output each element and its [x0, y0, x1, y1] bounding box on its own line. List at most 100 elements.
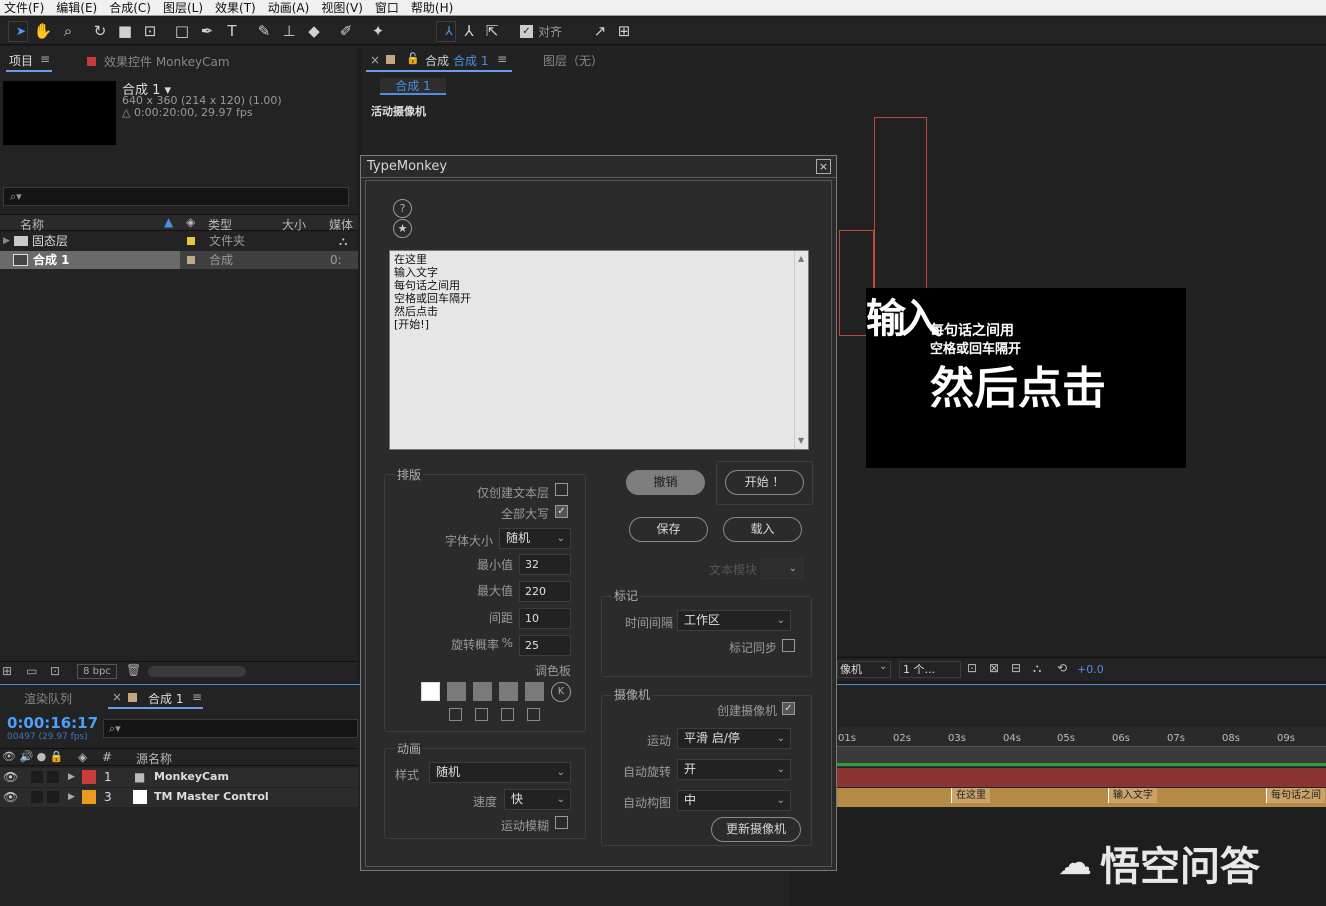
- comp-subtab[interactable]: 合成 1: [380, 78, 446, 95]
- all-caps-checkbox[interactable]: ✓: [555, 505, 568, 518]
- timeline-marker[interactable]: 在这里: [951, 788, 990, 803]
- flowchart-icon[interactable]: ⛬: [1033, 661, 1041, 676]
- palette-swatch[interactable]: [525, 682, 544, 701]
- motion-dropdown[interactable]: 平滑 启/停 ⌄: [677, 728, 791, 749]
- snap-icon[interactable]: ↗: [590, 21, 610, 41]
- scroll-up-icon[interactable]: ▲: [798, 252, 804, 265]
- label-color-swatch[interactable]: [187, 237, 195, 245]
- timeline-icon[interactable]: ⊟: [1011, 661, 1021, 675]
- view-axis-icon[interactable]: ⇱: [482, 21, 502, 41]
- brush-tool-icon[interactable]: ✎: [254, 21, 274, 41]
- interval-dropdown[interactable]: 工作区 ⌄: [677, 610, 791, 631]
- clone-stamp-tool-icon[interactable]: ⊥: [279, 21, 299, 41]
- tab-layer[interactable]: 图层（无）: [543, 52, 603, 69]
- rotate-tool-icon[interactable]: ↻: [90, 21, 110, 41]
- speed-dropdown[interactable]: 快 ⌄: [504, 789, 571, 810]
- palette-checkbox[interactable]: [527, 708, 540, 721]
- panel-menu-icon[interactable]: ≡: [40, 52, 50, 66]
- save-button[interactable]: 保存: [629, 517, 708, 542]
- timeline-search-input[interactable]: ⌕▾: [103, 719, 358, 738]
- label-color-swatch[interactable]: [82, 790, 96, 804]
- lock-icon[interactable]: 🔓: [406, 52, 420, 65]
- project-search-input[interactable]: ⌕▾: [3, 187, 349, 206]
- horizontal-scrollbar[interactable]: [148, 666, 246, 677]
- rotation-input[interactable]: 25: [519, 635, 571, 656]
- text-input-area[interactable]: 在这里 输入文字 每句话之间用 空格或回车隔开 然后点击 [开始!] ▲ ▼: [389, 250, 809, 450]
- menu-view[interactable]: 视图(V): [317, 0, 371, 15]
- eraser-tool-icon[interactable]: ◆: [304, 21, 324, 41]
- comp-preview[interactable]: 输入 每句话之间用 空格或回车隔开 然后点击: [866, 288, 1186, 468]
- tab-effect-controls[interactable]: 效果控件 MonkeyCam: [87, 53, 230, 70]
- text-block-dropdown[interactable]: ⌄: [761, 558, 803, 579]
- palette-swatch[interactable]: [473, 682, 492, 701]
- type-tool-icon[interactable]: T: [222, 21, 242, 41]
- kuler-icon[interactable]: K: [551, 682, 571, 702]
- project-item-folder[interactable]: ▶ 固态层 文件夹 ⛬: [0, 232, 358, 250]
- palette-checkbox[interactable]: [501, 708, 514, 721]
- menu-help[interactable]: 帮助(H): [407, 0, 461, 15]
- palette-swatch[interactable]: [447, 682, 466, 701]
- scroll-down-icon[interactable]: ▼: [798, 434, 804, 447]
- pen-tool-icon[interactable]: ✒: [197, 21, 217, 41]
- views-dropdown[interactable]: 1 个...: [899, 661, 961, 678]
- panel-menu-icon[interactable]: ≡: [192, 690, 202, 704]
- column-type[interactable]: 类型: [208, 216, 232, 233]
- hand-tool-icon[interactable]: ✋: [33, 21, 53, 41]
- font-size-dropdown[interactable]: 随机 ⌄: [499, 528, 571, 549]
- tab-project[interactable]: 项目: [9, 52, 33, 69]
- visibility-eye-icon[interactable]: 👁: [3, 768, 18, 786]
- exposure-value[interactable]: +0.0: [1077, 663, 1104, 676]
- start-button[interactable]: 开始 ！: [725, 470, 804, 495]
- comp-tab-label[interactable]: 合成: [425, 52, 449, 69]
- column-size[interactable]: 大小: [282, 216, 306, 233]
- column-source-name[interactable]: 源名称: [136, 750, 172, 767]
- layer-name[interactable]: MonkeyCam: [154, 768, 229, 786]
- label-color-swatch[interactable]: [82, 770, 96, 784]
- marker-sync-checkbox[interactable]: [782, 639, 795, 652]
- style-dropdown[interactable]: 随机 ⌄: [429, 762, 571, 783]
- spacing-input[interactable]: 10: [519, 608, 571, 629]
- zoom-tool-icon[interactable]: ⌕: [58, 21, 78, 41]
- selection-tool-icon[interactable]: ➤: [8, 21, 28, 42]
- interpret-footage-icon[interactable]: ⊞: [2, 664, 12, 678]
- load-button[interactable]: 载入: [723, 517, 802, 542]
- undo-button[interactable]: 撤销: [626, 470, 705, 495]
- align-checkbox[interactable]: ✓: [520, 25, 533, 38]
- panel-menu-icon[interactable]: ≡: [497, 52, 507, 66]
- project-item-comp[interactable]: 合成 1 合成 0:: [0, 251, 358, 269]
- expand-arrow-icon[interactable]: ▶: [68, 788, 75, 806]
- layer-bar-control[interactable]: [837, 788, 1326, 807]
- menu-window[interactable]: 窗口: [371, 0, 407, 15]
- solo-switch[interactable]: [31, 791, 43, 803]
- column-media[interactable]: 媒体: [329, 216, 353, 233]
- layer-bar-camera[interactable]: [837, 768, 1326, 787]
- bit-depth-button[interactable]: 8 bpc: [77, 664, 117, 679]
- menu-composition[interactable]: 合成(C): [105, 0, 159, 15]
- layer-name[interactable]: TM Master Control: [154, 788, 269, 806]
- autorotate-dropdown[interactable]: 开 ⌄: [677, 759, 791, 780]
- autoframe-dropdown[interactable]: 中 ⌄: [677, 790, 791, 811]
- column-name[interactable]: 名称: [20, 216, 44, 233]
- help-icon[interactable]: ?: [393, 199, 412, 218]
- rectangle-tool-icon[interactable]: □: [172, 21, 192, 41]
- tab-comp-timeline[interactable]: 合成 1: [148, 690, 183, 707]
- visibility-eye-icon[interactable]: 👁: [3, 788, 18, 806]
- layer-row[interactable]: 👁 ▶ 3 TM Master Control: [0, 788, 358, 807]
- lock-switch[interactable]: [47, 791, 59, 803]
- timeline-marker[interactable]: 输入文字: [1108, 788, 1157, 803]
- reset-exposure-icon[interactable]: ⟲: [1057, 661, 1067, 675]
- new-comp-icon[interactable]: ⊡: [50, 664, 60, 678]
- expand-arrow-icon[interactable]: ▶: [68, 768, 75, 786]
- sort-asc-icon[interactable]: ▲: [164, 215, 173, 229]
- lock-switch[interactable]: [47, 771, 59, 783]
- dialog-titlebar[interactable]: TypeMonkey ×: [361, 156, 836, 178]
- close-tab-icon[interactable]: ×: [112, 690, 122, 704]
- palette-swatch[interactable]: [499, 682, 518, 701]
- motion-blur-checkbox[interactable]: [555, 816, 568, 829]
- tab-render-queue[interactable]: 渲染队列: [24, 690, 72, 707]
- new-folder-icon[interactable]: ▭: [26, 664, 37, 678]
- pan-behind-tool-icon[interactable]: ⊡: [140, 21, 160, 41]
- menu-layer[interactable]: 图层(L): [159, 0, 211, 15]
- palette-checkbox[interactable]: [449, 708, 462, 721]
- layer-row[interactable]: 👁 ▶ 1 ■ MonkeyCam: [0, 768, 358, 787]
